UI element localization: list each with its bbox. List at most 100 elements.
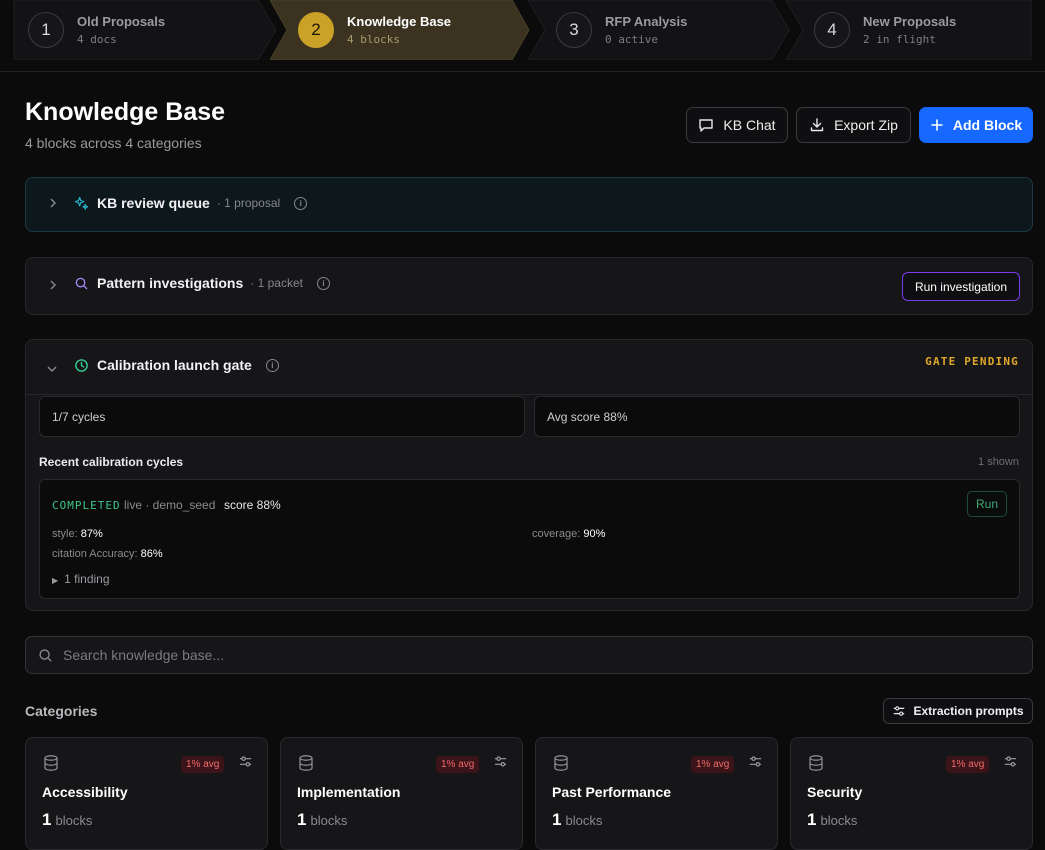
extraction-prompts-button[interactable]: Extraction prompts — [883, 698, 1033, 724]
category-name: Implementation — [297, 784, 401, 800]
sliders-icon[interactable] — [748, 754, 763, 769]
database-icon — [554, 755, 568, 771]
database-icon — [299, 755, 313, 771]
metric-citation-label: citation Accuracy: — [52, 548, 138, 560]
kb-review-queue-title: KB review queue — [97, 195, 210, 211]
category-card-implementation[interactable]: 1% avg Implementation 1 blocks — [280, 737, 523, 850]
page-title: Knowledge Base — [25, 98, 226, 126]
avg-badge: 1% avg — [691, 756, 735, 773]
recent-cycles-heading: Recent calibration cycles — [39, 455, 184, 469]
category-card-past-performance[interactable]: 1% avg Past Performance 1 blocks — [535, 737, 778, 850]
step-new-proposals[interactable]: 4 New Proposals 2 in flight — [786, 0, 1045, 60]
export-zip-label: Export Zip — [834, 117, 898, 133]
run-investigation-button[interactable]: Run investigation — [901, 272, 1020, 301]
kb-review-queue-count: · 1 proposal — [216, 196, 281, 210]
info-icon[interactable]: i — [294, 196, 308, 210]
block-count: 1 — [807, 810, 817, 829]
chevron-right-icon[interactable] — [48, 279, 58, 294]
info-icon[interactable]: i — [265, 358, 279, 372]
category-card-security[interactable]: 1% avg Security 1 blocks — [790, 737, 1033, 850]
metric-citation: citation Accuracy: 86% — [52, 548, 163, 560]
export-zip-button[interactable]: Export Zip — [796, 107, 911, 143]
add-block-button[interactable]: Add Block — [919, 107, 1033, 143]
sliders-icon[interactable] — [493, 754, 508, 769]
block-unit: blocks — [310, 813, 348, 828]
info-icon[interactable]: i — [316, 276, 330, 290]
metric-style-label: style: — [52, 528, 78, 540]
metric-style-value: 87% — [80, 528, 103, 540]
shown-count: 1 shown — [978, 456, 1019, 468]
category-name: Past Performance — [552, 784, 672, 800]
step-old-proposals[interactable]: 1 Old Proposals 4 docs — [0, 0, 280, 60]
pattern-investigations-panel[interactable]: Pattern investigations · 1 packet i Run … — [25, 257, 1033, 315]
category-name: Security — [807, 784, 863, 800]
metric-coverage: coverage: 90% — [532, 528, 605, 540]
pattern-investigations-count: · 1 packet — [250, 276, 303, 290]
kb-review-queue-panel[interactable]: KB review queue · 1 proposal i — [25, 177, 1033, 232]
sliders-icon[interactable] — [238, 754, 253, 769]
search-icon — [75, 277, 88, 289]
search-input[interactable] — [63, 647, 963, 663]
step-title: Old Proposals — [77, 14, 166, 29]
gate-status-badge: GATE PENDING — [925, 355, 1019, 368]
block-unit: blocks — [55, 813, 93, 828]
kb-chat-label: KB Chat — [723, 117, 776, 133]
run-cycle-button[interactable]: Run — [967, 491, 1007, 517]
progress-stepper: 1 Old Proposals 4 docs 2 Knowledge Base 4 … — [0, 0, 1045, 72]
category-name: Accessibility — [42, 784, 128, 800]
download-icon — [810, 118, 824, 132]
cycle-source: live · demo_seed — [124, 498, 216, 512]
clock-icon — [75, 358, 88, 372]
kb-chat-button[interactable]: KB Chat — [686, 107, 788, 143]
divider — [26, 394, 1032, 395]
step-title: Knowledge Base — [347, 14, 452, 29]
extraction-prompts-label: Extraction prompts — [913, 704, 1024, 718]
sliders-icon[interactable] — [1003, 754, 1018, 769]
chat-icon — [699, 119, 714, 132]
chevron-down-icon[interactable] — [46, 362, 58, 377]
sliders-icon — [894, 706, 905, 716]
step-subtitle: 2 in flight — [863, 33, 936, 46]
step-number: 2 — [298, 12, 334, 48]
block-count: 1 — [42, 810, 52, 829]
step-number: 3 — [556, 12, 592, 48]
calibration-cycle-card: COMPLETED live · demo_seed score 88% Run… — [39, 479, 1020, 599]
metric-style: style: 87% — [52, 528, 103, 540]
step-subtitle: 4 blocks — [347, 33, 400, 46]
cycles-stat: 1/7 cycles — [39, 396, 525, 437]
metric-coverage-label: coverage: — [532, 528, 581, 540]
step-subtitle: 0 active — [605, 33, 658, 46]
metric-citation-value: 86% — [140, 548, 163, 560]
chevron-right-icon[interactable] — [48, 197, 58, 212]
database-icon — [44, 755, 58, 771]
avg-badge: 1% avg — [181, 756, 225, 773]
findings-label: 1 finding — [64, 572, 110, 586]
pattern-investigations-title: Pattern investigations — [97, 275, 244, 291]
plus-icon — [931, 119, 943, 131]
categories-heading: Categories — [25, 703, 98, 719]
step-subtitle: 4 docs — [77, 33, 117, 46]
step-rfp-analysis[interactable]: 3 RFP Analysis 0 active — [528, 0, 792, 60]
calibration-gate-title: Calibration launch gate — [97, 357, 252, 373]
cycle-status-badge: COMPLETED — [52, 499, 121, 512]
search-bar[interactable] — [25, 636, 1033, 674]
category-card-accessibility[interactable]: 1% avg Accessibility 1 blocks — [25, 737, 268, 850]
step-knowledge-base[interactable]: 2 Knowledge Base 4 blocks — [270, 0, 532, 60]
block-unit: blocks — [565, 813, 603, 828]
step-title: RFP Analysis — [605, 14, 688, 29]
avg-score-stat: Avg score 88% — [534, 396, 1020, 437]
step-number: 1 — [28, 12, 64, 48]
page-subtitle: 4 blocks across 4 categories — [25, 135, 202, 151]
cycle-score: score 88% — [224, 498, 281, 512]
database-icon — [809, 755, 823, 771]
block-count: 1 — [552, 810, 562, 829]
step-number: 4 — [814, 12, 850, 48]
add-block-label: Add Block — [952, 117, 1023, 133]
block-unit: blocks — [820, 813, 858, 828]
avg-badge: 1% avg — [436, 756, 480, 773]
step-title: New Proposals — [863, 14, 957, 29]
block-count: 1 — [297, 810, 307, 829]
triangle-right-icon: ▶ — [52, 576, 59, 585]
sparkles-icon — [74, 196, 89, 210]
findings-toggle[interactable]: ▶ 1 finding — [52, 572, 110, 586]
